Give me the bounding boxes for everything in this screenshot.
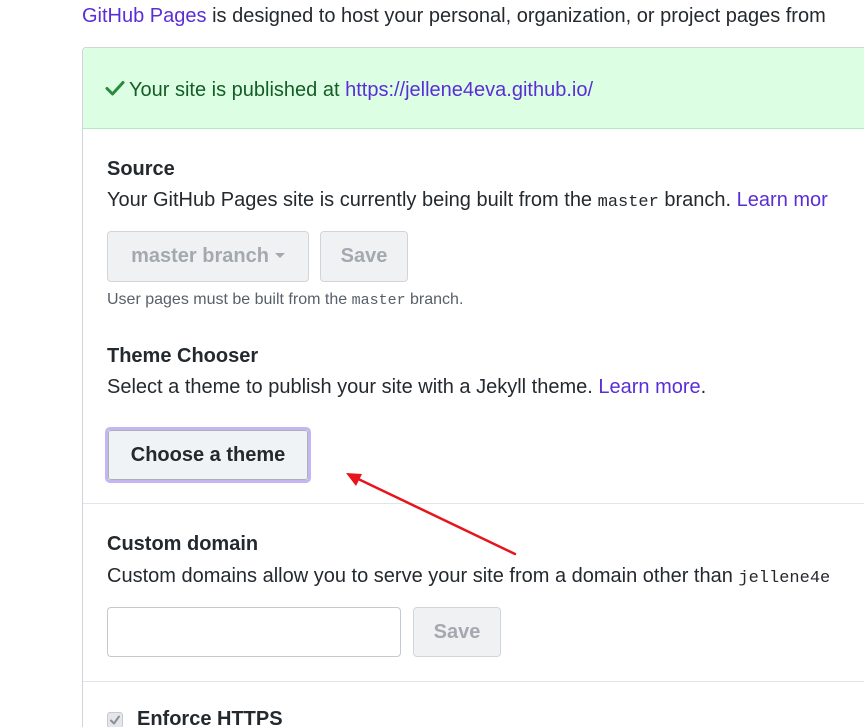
source-description: Your GitHub Pages site is currently bein…: [107, 189, 828, 212]
published-label: Your site is published at: [129, 79, 346, 101]
theme-desc-period: .: [700, 376, 707, 398]
source-note-branch-code: master: [351, 292, 406, 309]
custom-domain-save-button[interactable]: Save: [413, 607, 501, 657]
enforce-https-label: Enforce HTTPS: [137, 708, 283, 727]
theme-chooser-description: Select a theme to publish your site with…: [107, 376, 706, 399]
source-desc-before: Your GitHub Pages site is currently bein…: [107, 189, 598, 211]
choose-theme-label: Choose a theme: [108, 430, 308, 480]
github-pages-link[interactable]: GitHub Pages: [82, 5, 207, 27]
pages-settings-panel: Your site is published at https://jellen…: [82, 47, 864, 727]
source-title: Source: [107, 158, 175, 180]
github-pages-settings: GitHub Pages is designed to host your pe…: [0, 0, 864, 727]
custom-domain-code: jellene4e: [738, 569, 831, 588]
published-url-link[interactable]: https://jellene4eva.github.io/: [345, 79, 593, 101]
source-save-button[interactable]: Save: [320, 231, 408, 282]
section-divider: [83, 503, 864, 504]
published-message: Your site is published at https://jellen…: [105, 78, 593, 102]
enforce-https-checkbox[interactable]: [107, 712, 123, 727]
check-icon: [105, 81, 125, 96]
theme-desc-text: Select a theme to publish your site with…: [107, 376, 599, 398]
source-note-before: User pages must be built from the: [107, 291, 352, 308]
theme-learn-more-link[interactable]: Learn more: [598, 376, 700, 398]
caret-down-icon: [274, 253, 285, 258]
custom-domain-desc-text: Custom domains allow you to serve your s…: [107, 565, 739, 587]
intro-rest-text: is designed to host your personal, organ…: [206, 5, 826, 27]
source-note: User pages must be built from the master…: [107, 291, 463, 309]
source-learn-more-link[interactable]: Learn mor: [737, 189, 828, 211]
branch-select-button[interactable]: master branch: [107, 231, 309, 282]
custom-domain-input[interactable]: [107, 607, 401, 657]
checkmark-icon: [110, 715, 120, 725]
choose-theme-button[interactable]: Choose a theme: [105, 427, 311, 483]
custom-domain-title: Custom domain: [107, 533, 259, 555]
source-desc-branch-code: master: [597, 193, 659, 212]
section-divider: [83, 681, 864, 682]
branch-select-label: master branch: [131, 245, 269, 267]
source-desc-after: branch.: [658, 189, 737, 211]
published-flash: Your site is published at https://jellen…: [83, 48, 864, 129]
custom-domain-description: Custom domains allow you to serve your s…: [107, 565, 830, 588]
theme-chooser-title: Theme Chooser: [107, 345, 259, 367]
intro-text: GitHub Pages is designed to host your pe…: [82, 5, 826, 28]
source-note-after: branch.: [405, 291, 464, 308]
